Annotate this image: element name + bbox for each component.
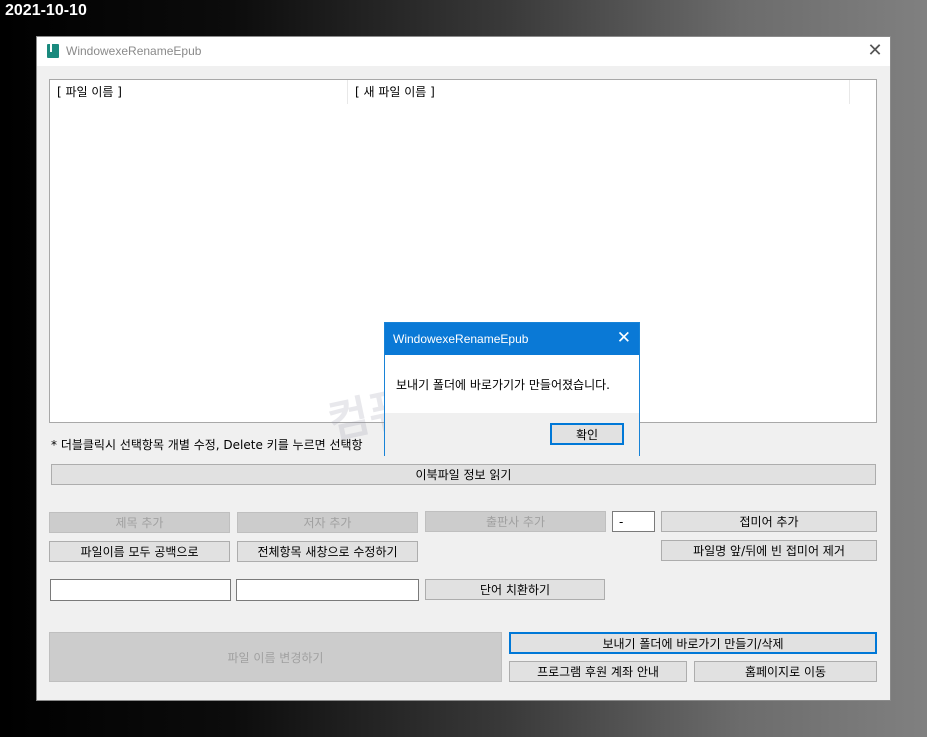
hint-text: * 더블클릭시 선택항목 개별 수정, Delete 키를 누르면 선택항 [51,438,363,452]
window-titlebar[interactable]: WindowexeRenameEpub ✕ [37,37,890,66]
dialog-message: 보내기 폴더에 바로가기가 만들어졌습니다. [396,378,610,392]
dialog-ok-button[interactable]: 확인 [550,423,624,445]
add-author-button[interactable]: 저자 추가 [237,512,418,533]
separator-input[interactable]: - [612,511,655,532]
date-label: 2021-10-10 [5,2,87,19]
go-homepage-button[interactable]: 홈페이지로 이동 [694,661,877,682]
column-header-new-filename[interactable]: [ 새 파일 이름 ] [348,80,850,104]
remove-empty-suffix-button[interactable]: 파일명 앞/뒤에 빈 접미어 제거 [661,540,877,561]
rename-files-button[interactable]: 파일 이름 변경하기 [49,632,502,682]
dialog-close-icon[interactable]: ✕ [617,328,631,348]
dialog-title: WindowexeRenameEpub [393,332,529,346]
all-spaces-button[interactable]: 파일이름 모두 공백으로 [49,541,230,562]
column-header-filename[interactable]: [ 파일 이름 ] [50,80,348,104]
app-book-icon [47,44,59,58]
add-suffix-button[interactable]: 접미어 추가 [661,511,877,532]
replace-word-input[interactable] [236,579,419,601]
dialog-footer: 확인 [385,413,639,456]
message-dialog: WindowexeRenameEpub ✕ 보내기 폴더에 바로가기가 만들어졌… [384,322,640,456]
replace-word-button[interactable]: 단어 치환하기 [425,579,605,600]
window-close-button[interactable]: ✕ [860,37,890,66]
add-publisher-button[interactable]: 출판사 추가 [425,511,606,532]
add-title-button[interactable]: 제목 추가 [49,512,230,533]
window-title: WindowexeRenameEpub [66,44,202,58]
donation-info-button[interactable]: 프로그램 후원 계좌 안내 [509,661,687,682]
edit-all-new-window-button[interactable]: 전체항목 새창으로 수정하기 [237,541,418,562]
read-ebook-info-button[interactable]: 이북파일 정보 읽기 [51,464,876,485]
dialog-titlebar[interactable]: WindowexeRenameEpub ✕ [385,323,639,355]
find-word-input[interactable] [50,579,231,601]
sendto-shortcut-button[interactable]: 보내기 폴더에 바로가기 만들기/삭제 [509,632,877,654]
